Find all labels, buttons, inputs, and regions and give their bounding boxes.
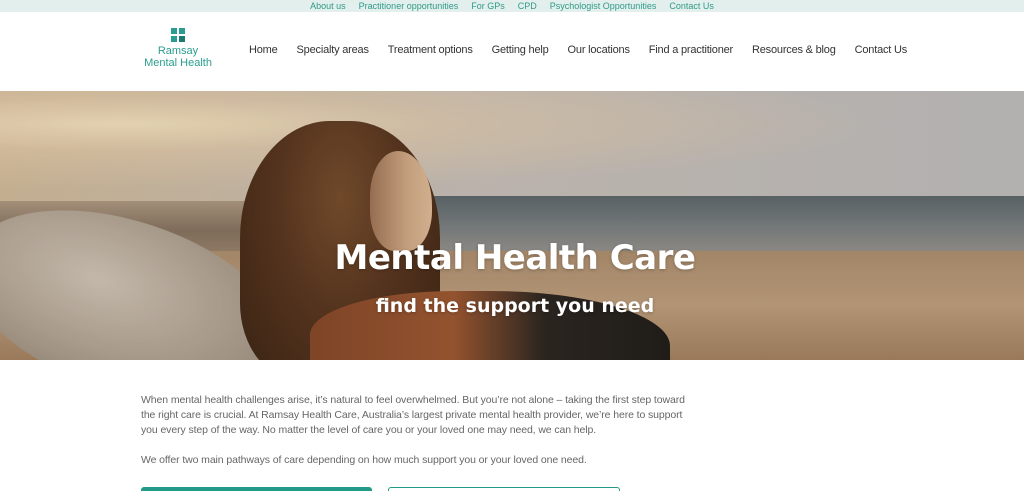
utility-link-psychologist-opportunities[interactable]: Psychologist Opportunities xyxy=(550,0,657,12)
pathway-button-secondary[interactable] xyxy=(388,487,620,491)
site-logo[interactable]: Ramsay Mental Health xyxy=(138,28,218,69)
nav-treatment-options[interactable]: Treatment options xyxy=(388,44,473,56)
ramsay-cross-icon xyxy=(171,28,185,42)
logo-line-2: Mental Health xyxy=(144,57,212,69)
hero-banner: Mental Health Care find the support you … xyxy=(0,91,1024,360)
nav-home[interactable]: Home xyxy=(249,44,278,56)
utility-nav: About us Practitioner opportunities For … xyxy=(0,0,1024,12)
utility-link-cpd[interactable]: CPD xyxy=(518,0,537,12)
nav-find-a-practitioner[interactable]: Find a practitioner xyxy=(649,44,733,56)
intro-section: When mental health challenges arise, it’… xyxy=(141,393,686,468)
nav-our-locations[interactable]: Our locations xyxy=(568,44,630,56)
nav-contact-us[interactable]: Contact Us xyxy=(855,44,908,56)
hero-title: Mental Health Care xyxy=(334,238,696,278)
utility-link-about-us[interactable]: About us xyxy=(310,0,346,12)
pathway-button-primary[interactable] xyxy=(141,487,372,491)
nav-specialty-areas[interactable]: Specialty areas xyxy=(297,44,369,56)
utility-link-practitioner-opportunities[interactable]: Practitioner opportunities xyxy=(359,0,459,12)
main-nav: Home Specialty areas Treatment options G… xyxy=(249,44,907,56)
hero-subtitle: find the support you need xyxy=(375,295,655,317)
logo-line-1: Ramsay xyxy=(157,45,199,57)
nav-getting-help[interactable]: Getting help xyxy=(492,44,549,56)
intro-paragraph-2: We offer two main pathways of care depen… xyxy=(141,454,587,466)
utility-link-for-gps[interactable]: For GPs xyxy=(471,0,505,12)
nav-resources-blog[interactable]: Resources & blog xyxy=(752,44,836,56)
utility-link-contact-us[interactable]: Contact Us xyxy=(669,0,714,12)
intro-paragraph-1: When mental health challenges arise, it’… xyxy=(141,394,685,436)
site-header: Ramsay Mental Health Home Specialty area… xyxy=(0,12,1024,91)
